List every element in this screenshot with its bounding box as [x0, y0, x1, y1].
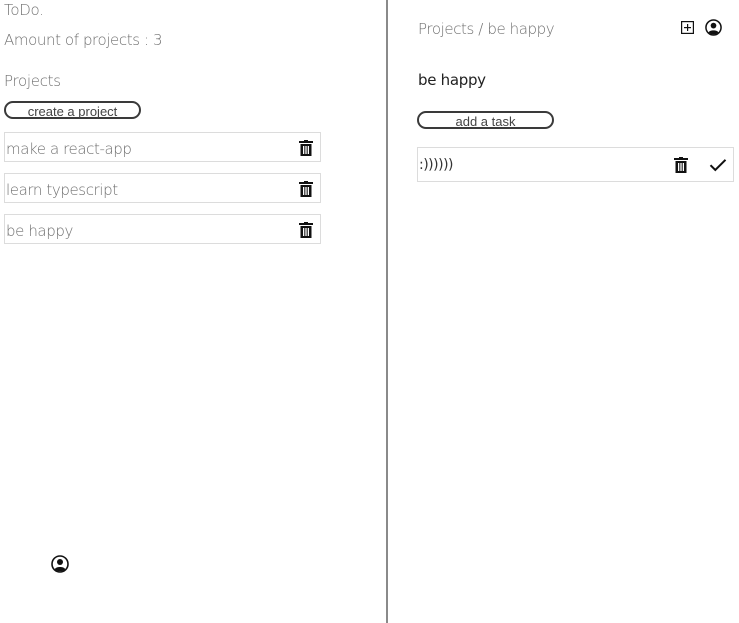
project-item-label: learn typescript: [6, 181, 118, 199]
main-panel: Projects / be happy be happy add a task …: [388, 0, 739, 623]
project-item-label: make a react-app: [6, 140, 132, 158]
task-row: :)))))): [417, 147, 734, 182]
check-icon[interactable]: [709, 158, 727, 172]
projects-count: Amount of projects : 3: [4, 31, 163, 49]
breadcrumb: Projects / be happy: [418, 20, 555, 38]
user-circle-icon[interactable]: [705, 19, 722, 36]
project-item-react-app[interactable]: make a react-app: [4, 132, 321, 162]
task-label: :)))))): [419, 157, 454, 173]
projects-heading: Projects: [4, 72, 61, 90]
trash-icon[interactable]: [674, 157, 688, 173]
project-title: be happy: [418, 71, 486, 89]
trash-icon[interactable]: [299, 222, 313, 238]
project-item-typescript[interactable]: learn typescript: [4, 173, 321, 203]
project-item-label: be happy: [6, 222, 73, 240]
create-project-button[interactable]: create a project: [4, 101, 141, 119]
plus-square-icon[interactable]: [681, 21, 694, 34]
app-root: ToDo. Amount of projects : 3 Projects cr…: [0, 0, 739, 623]
sidebar: ToDo. Amount of projects : 3 Projects cr…: [0, 0, 388, 623]
user-circle-icon[interactable]: [51, 555, 69, 573]
project-list: make a react-app learn typescript be hap…: [4, 132, 321, 255]
trash-icon[interactable]: [299, 181, 313, 197]
trash-icon[interactable]: [299, 140, 313, 156]
project-item-be-happy[interactable]: be happy: [4, 214, 321, 244]
app-title: ToDo.: [4, 1, 44, 19]
add-task-button[interactable]: add a task: [417, 111, 554, 129]
